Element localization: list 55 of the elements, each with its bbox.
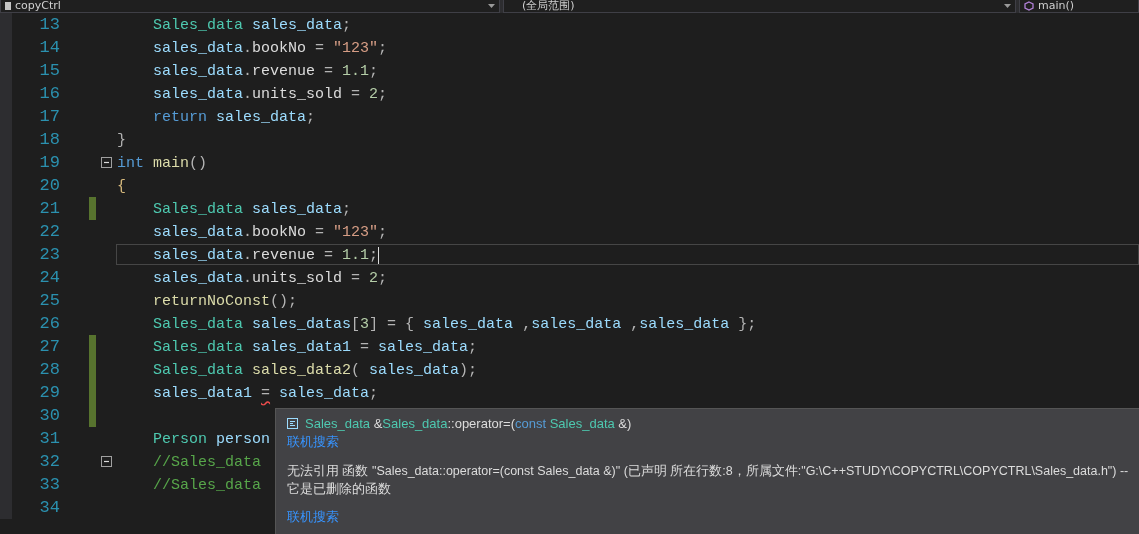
caret-icon [1004,4,1011,8]
line-number: 29 [38,382,60,404]
code-line: Sales_data sales_data2( sales_data); [152,362,478,379]
code-line: Sales_data sales_data1 = sales_data; [152,339,478,356]
code-line: sales_data.units_sold = 2; [152,86,388,103]
code-line: sales_data.units_sold = 2; [152,270,388,287]
line-number: 17 [38,106,60,128]
line-number: 14 [38,37,60,59]
code-line: returnNoConst(); [152,293,298,310]
line-number: 19 [38,152,60,174]
code-line: sales_data.bookNo = "123"; [152,224,388,241]
line-number: 26 [38,313,60,335]
code-line: Person person [152,431,271,448]
method-icon [287,417,298,429]
code-line: { [117,178,126,195]
line-number: 25 [38,290,60,312]
line-number: 15 [38,60,60,82]
dropdown[interactable]: main() [1019,0,1139,13]
line-number: 24 [38,267,60,289]
code-line: return sales_data; [152,109,316,126]
line-number: 34 [38,497,60,519]
code-line: Sales_data sales_data; [152,201,352,218]
dropdown[interactable]: (全局范围) [503,0,1016,13]
line-number: 32 [38,451,60,473]
dropdown[interactable]: copyCtrl [0,0,500,13]
line-number: 21 [38,198,60,220]
line-number: 27 [38,336,60,358]
line-number: 30 [38,405,60,427]
line-number: 13 [38,14,60,36]
cube-icon [1024,1,1034,11]
line-number: 31 [38,428,60,450]
code-line: sales_data.revenue = 1.1; [152,247,379,264]
project-icon [5,2,11,10]
line-number: 28 [38,359,60,381]
line-number: 18 [38,129,60,151]
code-line: int main() [117,155,208,172]
caret-icon [488,4,495,8]
line-number: 16 [38,83,60,105]
signature-text: Sales_data &Sales_data::operator=(const Sales_data &) [305,415,632,431]
code-line: //Sales_data [152,477,262,494]
collapse-icon[interactable] [100,456,112,467]
code-line: //Sales_data [152,454,262,471]
code-line: sales_data.revenue = 1.1; [152,63,379,80]
line-number: 23 [38,244,60,266]
line-number: 33 [38,474,60,496]
line-number: 22 [38,221,60,243]
collapse-icon[interactable] [100,157,112,168]
error-message: 无法引用 函数 "Sales_data::operator=(const Sales_data &)" (已声明 所在行数:8，所属文件:"G:\C++STUDY\COPYCTRL\COPYCTRL\Sales_data.h") -- 它是已删除的函数 [287,463,1130,498]
line-number: 20 [38,175,60,197]
code-line: } [117,132,126,149]
text-cursor [378,246,380,264]
code-line: sales_data.bookNo = "123"; [152,40,388,57]
code-line: Sales_data sales_data; [152,17,352,34]
code-line: sales_data1 = sales_data; [152,385,379,402]
code-line: Sales_data sales_datas[3] = { sales_data ,sales_data ,sales_data }; [152,316,757,333]
